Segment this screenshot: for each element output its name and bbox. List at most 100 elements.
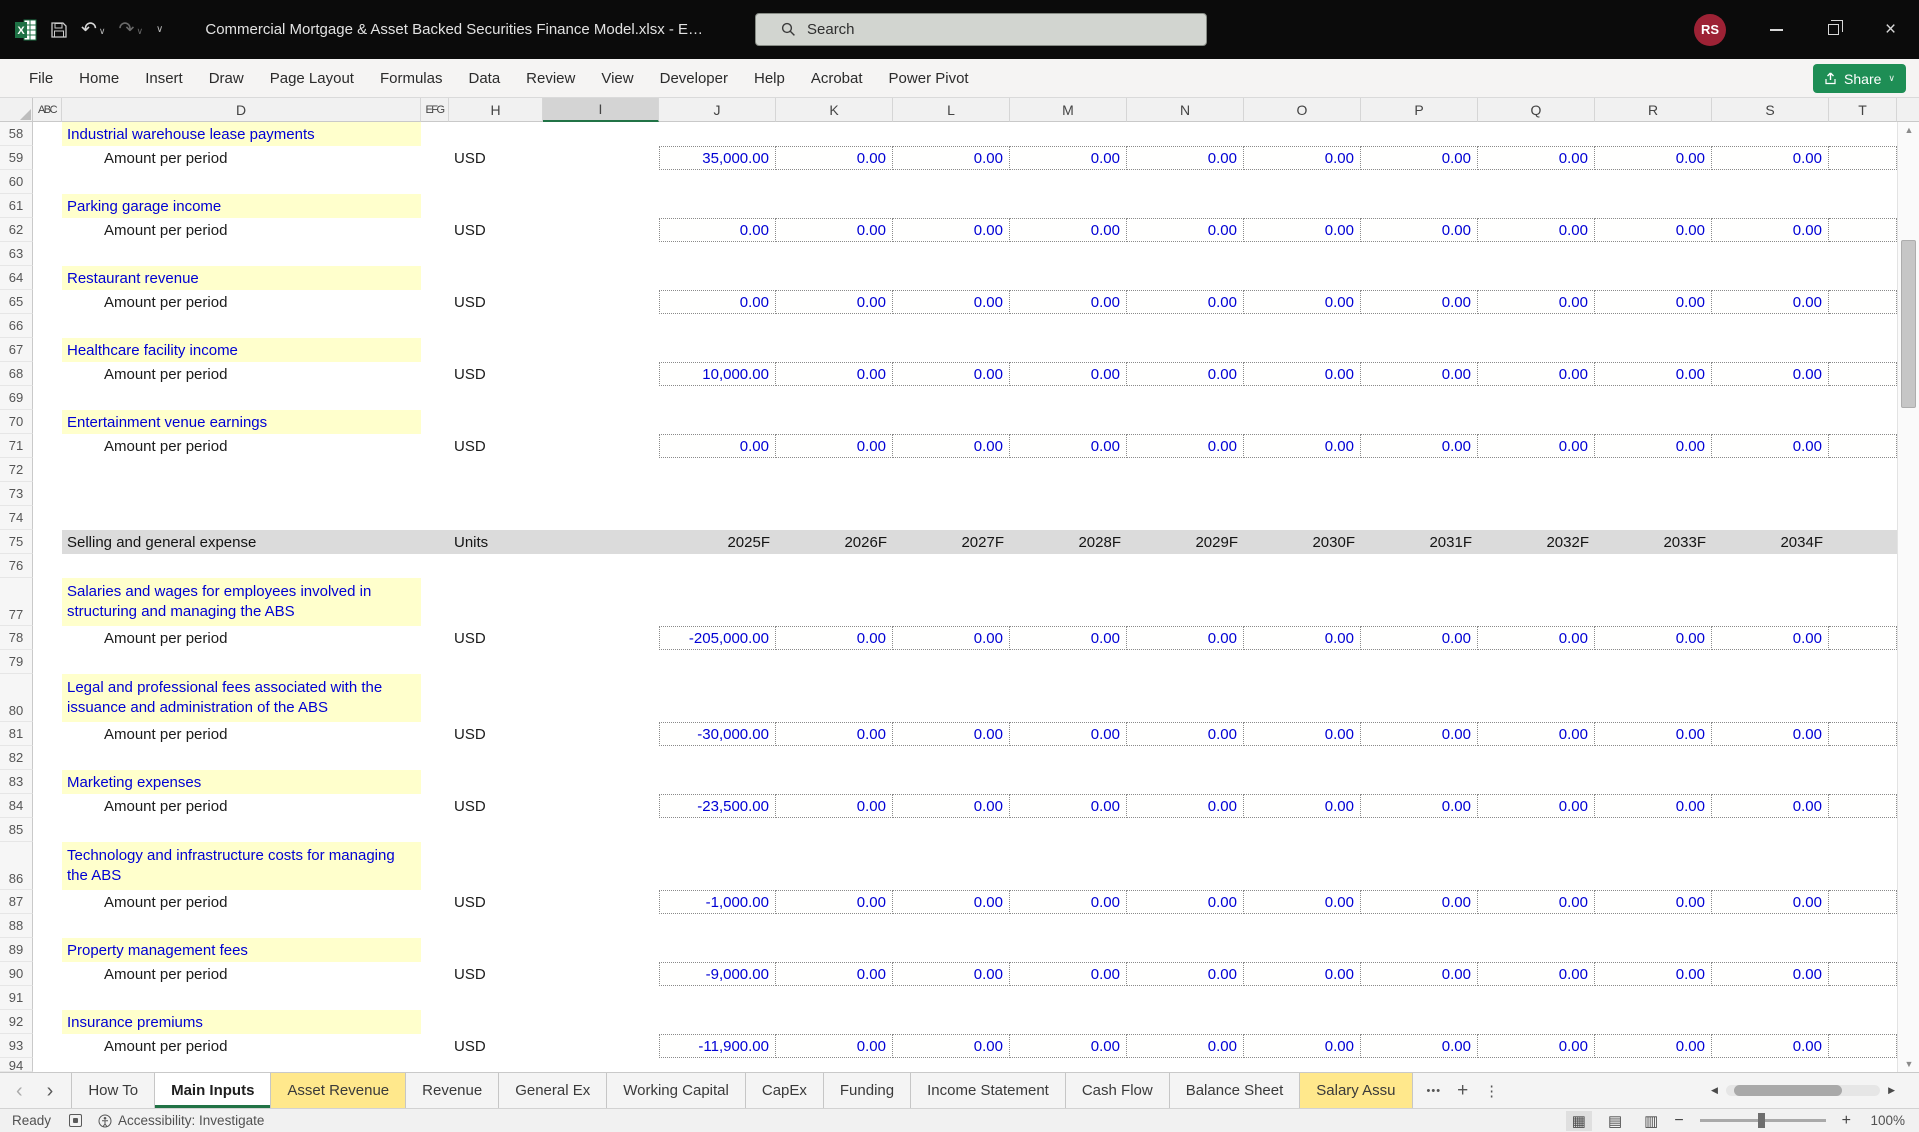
value-cell-L93[interactable]: 0.00 xyxy=(893,1034,1010,1058)
year-header-2034f[interactable]: 2034F xyxy=(1712,530,1829,554)
row-header-84[interactable]: 84 xyxy=(0,794,33,818)
ribbon-tab-help[interactable]: Help xyxy=(741,59,798,97)
value-cell-R87[interactable]: 0.00 xyxy=(1595,890,1712,914)
value-cell-K84[interactable]: 0.00 xyxy=(776,794,893,818)
ribbon-tab-developer[interactable]: Developer xyxy=(647,59,741,97)
value-cell-R62[interactable]: 0.00 xyxy=(1595,218,1712,242)
value-cell-K78[interactable]: 0.00 xyxy=(776,626,893,650)
value-cell-Q78[interactable]: 0.00 xyxy=(1478,626,1595,650)
value-cell-M87[interactable]: 0.00 xyxy=(1010,890,1127,914)
row-header-65[interactable]: 65 xyxy=(0,290,33,314)
row-label-cell-r78[interactable]: Amount per period xyxy=(62,626,421,650)
value-cell-K87[interactable]: 0.00 xyxy=(776,890,893,914)
value-cell-L71[interactable]: 0.00 xyxy=(893,434,1010,458)
value-cell-N93[interactable]: 0.00 xyxy=(1127,1034,1244,1058)
unit-cell-r71[interactable]: USD xyxy=(449,434,543,458)
value-cell-J71[interactable]: 0.00 xyxy=(659,434,776,458)
unit-cell-r81[interactable]: USD xyxy=(449,722,543,746)
year-header-2029f[interactable]: 2029F xyxy=(1127,530,1244,554)
row-label-cell-r93[interactable]: Amount per period xyxy=(62,1034,421,1058)
value-cell-O59[interactable]: 0.00 xyxy=(1244,146,1361,170)
unit-cell-r87[interactable]: USD xyxy=(449,890,543,914)
value-cell-K59[interactable]: 0.00 xyxy=(776,146,893,170)
value-cell-S84[interactable]: 0.00 xyxy=(1712,794,1829,818)
horizontal-scrollbar-track[interactable] xyxy=(1725,1085,1881,1096)
input-label-cell-r70[interactable]: Entertainment venue earnings xyxy=(62,410,421,434)
value-cell-N59[interactable]: 0.00 xyxy=(1127,146,1244,170)
value-cell-Q93[interactable]: 0.00 xyxy=(1478,1034,1595,1058)
value-cell-T71[interactable] xyxy=(1829,434,1897,458)
avatar[interactable]: RS xyxy=(1694,13,1726,46)
column-header-abc[interactable]: ABC xyxy=(33,98,62,122)
input-label-cell-r92[interactable]: Insurance premiums xyxy=(62,1010,421,1034)
unit-cell-r59[interactable]: USD xyxy=(449,146,543,170)
scroll-up-icon[interactable]: ▲ xyxy=(1898,125,1919,135)
year-header-t[interactable] xyxy=(1829,530,1897,554)
sheet-tab-how-to[interactable]: How To xyxy=(72,1073,156,1108)
value-cell-M68[interactable]: 0.00 xyxy=(1010,362,1127,386)
value-cell-L87[interactable]: 0.00 xyxy=(893,890,1010,914)
value-cell-R93[interactable]: 0.00 xyxy=(1595,1034,1712,1058)
row-header-64[interactable]: 64 xyxy=(0,266,33,290)
row-label-cell-r71[interactable]: Amount per period xyxy=(62,434,421,458)
value-cell-O90[interactable]: 0.00 xyxy=(1244,962,1361,986)
value-cell-N84[interactable]: 0.00 xyxy=(1127,794,1244,818)
value-cell-K71[interactable]: 0.00 xyxy=(776,434,893,458)
ribbon-tab-page-layout[interactable]: Page Layout xyxy=(257,59,367,97)
row-header-71[interactable]: 71 xyxy=(0,434,33,458)
row-header-76[interactable]: 76 xyxy=(0,554,33,578)
value-cell-M84[interactable]: 0.00 xyxy=(1010,794,1127,818)
row-header-72[interactable]: 72 xyxy=(0,458,33,482)
value-cell-S65[interactable]: 0.00 xyxy=(1712,290,1829,314)
row-header-82[interactable]: 82 xyxy=(0,746,33,770)
value-cell-L81[interactable]: 0.00 xyxy=(893,722,1010,746)
sheet-tab-revenue[interactable]: Revenue xyxy=(406,1073,500,1108)
value-cell-L62[interactable]: 0.00 xyxy=(893,218,1010,242)
sheet-tab-capex[interactable]: CapEx xyxy=(746,1073,824,1108)
column-header-j[interactable]: J xyxy=(659,98,776,122)
column-header-d[interactable]: D xyxy=(62,98,421,122)
row-header-59[interactable]: 59 xyxy=(0,146,33,170)
value-cell-R90[interactable]: 0.00 xyxy=(1595,962,1712,986)
value-cell-S62[interactable]: 0.00 xyxy=(1712,218,1829,242)
row-header-91[interactable]: 91 xyxy=(0,986,33,1010)
zoom-level[interactable]: 100% xyxy=(1861,1113,1905,1128)
value-cell-M81[interactable]: 0.00 xyxy=(1010,722,1127,746)
input-label-cell-r89[interactable]: Property management fees xyxy=(62,938,421,962)
row-header-79[interactable]: 79 xyxy=(0,650,33,674)
row-label-cell-r59[interactable]: Amount per period xyxy=(62,146,421,170)
save-icon[interactable] xyxy=(50,21,68,39)
column-header-i[interactable]: I xyxy=(543,98,659,122)
sheet-body[interactable]: 58 Industrial warehouse lease payments 59 A… xyxy=(0,122,1897,1072)
row-header-68[interactable]: 68 xyxy=(0,362,33,386)
column-header-o[interactable]: O xyxy=(1244,98,1361,122)
value-cell-O71[interactable]: 0.00 xyxy=(1244,434,1361,458)
value-cell-Q90[interactable]: 0.00 xyxy=(1478,962,1595,986)
value-cell-L78[interactable]: 0.00 xyxy=(893,626,1010,650)
row-header-87[interactable]: 87 xyxy=(0,890,33,914)
row-label-cell-r87[interactable]: Amount per period xyxy=(62,890,421,914)
value-cell-P84[interactable]: 0.00 xyxy=(1361,794,1478,818)
row-header-83[interactable]: 83 xyxy=(0,770,33,794)
add-sheet-button[interactable]: + xyxy=(1457,1080,1468,1102)
value-cell-P87[interactable]: 0.00 xyxy=(1361,890,1478,914)
normal-view-button[interactable]: ▦ xyxy=(1565,1110,1592,1131)
value-cell-Q71[interactable]: 0.00 xyxy=(1478,434,1595,458)
row-label-cell-r90[interactable]: Amount per period xyxy=(62,962,421,986)
row-header-58[interactable]: 58 xyxy=(0,122,33,146)
column-header-r[interactable]: R xyxy=(1595,98,1712,122)
value-cell-J87[interactable]: -1,000.00 xyxy=(659,890,776,914)
row-header-75[interactable]: 75 xyxy=(0,530,33,554)
row-header-81[interactable]: 81 xyxy=(0,722,33,746)
value-cell-M78[interactable]: 0.00 xyxy=(1010,626,1127,650)
year-header-2032f[interactable]: 2032F xyxy=(1478,530,1595,554)
value-cell-N78[interactable]: 0.00 xyxy=(1127,626,1244,650)
ribbon-tab-view[interactable]: View xyxy=(588,59,646,97)
value-cell-K68[interactable]: 0.00 xyxy=(776,362,893,386)
status-mode[interactable]: Ready xyxy=(0,1113,69,1128)
vertical-scrollbar-thumb[interactable] xyxy=(1901,240,1916,408)
value-cell-P68[interactable]: 0.00 xyxy=(1361,362,1478,386)
unit-cell-r68[interactable]: USD xyxy=(449,362,543,386)
ribbon-tab-acrobat[interactable]: Acrobat xyxy=(798,59,876,97)
maximize-button[interactable] xyxy=(1805,0,1862,59)
